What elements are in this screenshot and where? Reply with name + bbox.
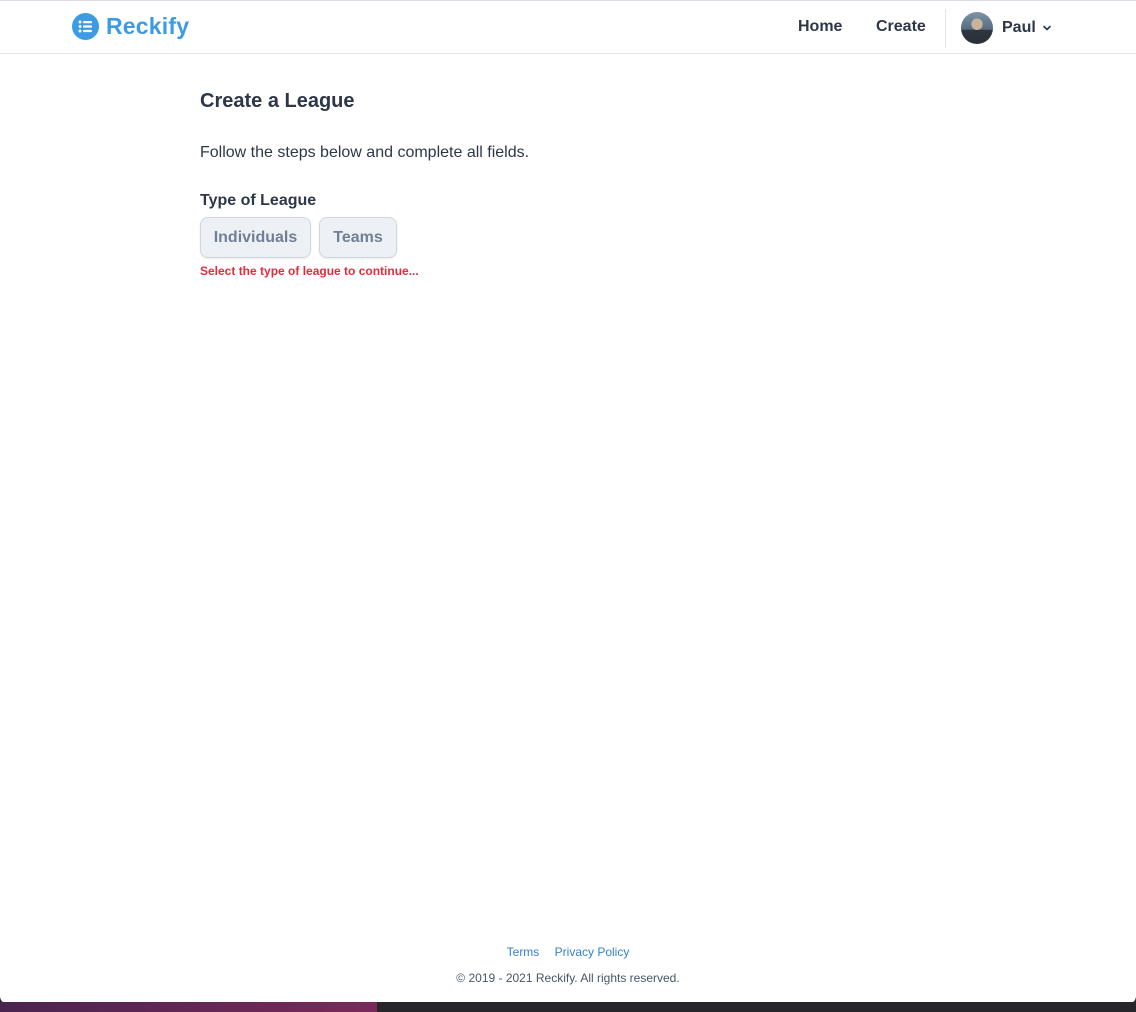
privacy-policy-link[interactable]: Privacy Policy — [555, 945, 630, 959]
brand-name: Reckify — [106, 13, 190, 39]
page-title: Create a League — [200, 90, 355, 112]
list-icon — [72, 13, 99, 40]
terms-link[interactable]: Terms — [507, 945, 540, 959]
nav-home-link[interactable]: Home — [798, 18, 842, 36]
league-type-label: Type of League — [200, 192, 317, 209]
nav-create-link[interactable]: Create — [876, 18, 926, 36]
desktop-background — [0, 1002, 1136, 1012]
brand-logo-link[interactable]: Reckify — [72, 13, 189, 40]
desktop-wallpaper — [0, 1002, 377, 1012]
avatar — [961, 12, 993, 44]
copyright-text: © 2019 - 2021 Reckify. All rights reserv… — [456, 971, 680, 985]
top-navigation-bar: Reckify Home Create Paul — [0, 0, 1136, 54]
chevron-down-icon — [1042, 25, 1051, 31]
individuals-button[interactable]: Individuals — [200, 217, 311, 258]
intro-text: Follow the steps below and complete all … — [200, 144, 530, 161]
user-menu-button[interactable]: Paul — [961, 12, 1052, 44]
teams-button[interactable]: Teams — [319, 217, 397, 258]
user-name: Paul — [1002, 19, 1036, 36]
footer-links: Terms Privacy Policy — [0, 945, 1136, 959]
nav-divider — [945, 9, 946, 48]
taskbar-area — [377, 1002, 1136, 1012]
validation-error-message: Select the type of league to continue... — [200, 264, 419, 278]
app-window: Reckify Home Create Paul Create a League… — [0, 0, 1136, 1004]
